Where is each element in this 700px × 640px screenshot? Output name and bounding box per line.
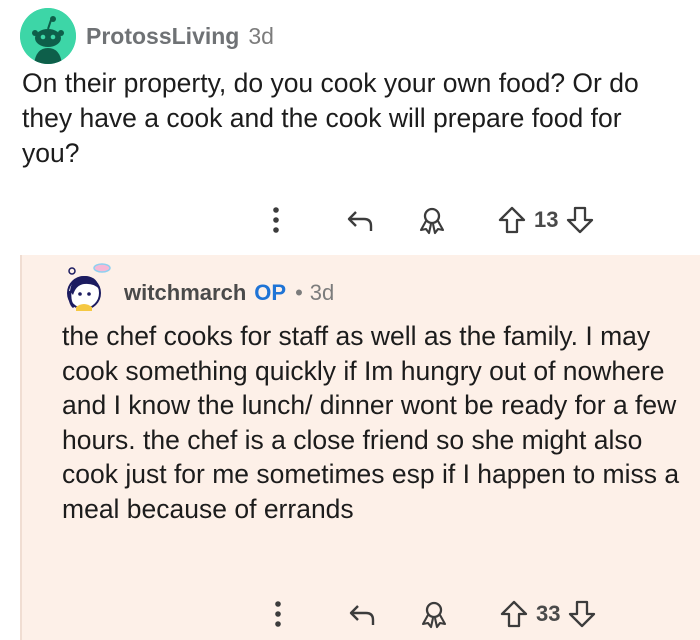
award-icon <box>421 601 447 629</box>
award-icon <box>419 207 445 235</box>
more-options-button[interactable] <box>260 596 296 632</box>
reply-arrow-icon <box>349 605 375 625</box>
vote-count: 33 <box>536 601 561 626</box>
op-badge: OP <box>254 280 287 305</box>
upvote-arrow-icon <box>500 600 528 628</box>
downvote-arrow-icon <box>567 206 594 234</box>
timestamp: 3d <box>248 22 274 49</box>
more-options-button[interactable] <box>258 202 294 238</box>
downvote-button[interactable] <box>562 202 598 238</box>
comment-actions: 33 <box>260 594 600 634</box>
timestamp: 3d <box>309 280 335 305</box>
reply-arrow-icon <box>347 211 373 231</box>
downvote-button[interactable] <box>564 596 600 632</box>
reply-button[interactable] <box>344 596 380 632</box>
upvote-arrow-icon <box>498 206 526 234</box>
upvote-button[interactable] <box>496 596 532 632</box>
downvote-arrow-icon <box>569 600 596 628</box>
reddit-snoo-avatar-icon <box>20 8 76 64</box>
user-avatar[interactable] <box>64 263 112 313</box>
more-vertical-icon <box>273 207 279 233</box>
award-button[interactable] <box>416 596 452 632</box>
username[interactable]: witchmarch <box>124 280 246 306</box>
comment-text: On their property, do you cook your own … <box>22 68 639 168</box>
reply-comment: witchmarch OP • 3d the chef cooks for st… <box>20 255 700 640</box>
separator-dot: • <box>295 280 303 305</box>
award-button[interactable] <box>414 202 450 238</box>
upvote-button[interactable] <box>494 202 530 238</box>
custom-character-avatar-icon <box>67 263 111 311</box>
user-avatar[interactable] <box>20 8 76 64</box>
comment-actions: 13 <box>258 200 598 240</box>
username[interactable]: ProtossLiving <box>86 23 239 50</box>
comment-text: the chef cooks for staff as well as the … <box>62 321 680 524</box>
vote-count: 13 <box>534 207 559 232</box>
reply-button[interactable] <box>342 202 378 238</box>
comment-header: witchmarch OP • 3d <box>124 277 334 309</box>
parent-comment: ProtossLiving 3d On their property, do y… <box>0 0 700 255</box>
more-vertical-icon <box>275 601 281 627</box>
comment-header: ProtossLiving 3d <box>86 20 274 52</box>
